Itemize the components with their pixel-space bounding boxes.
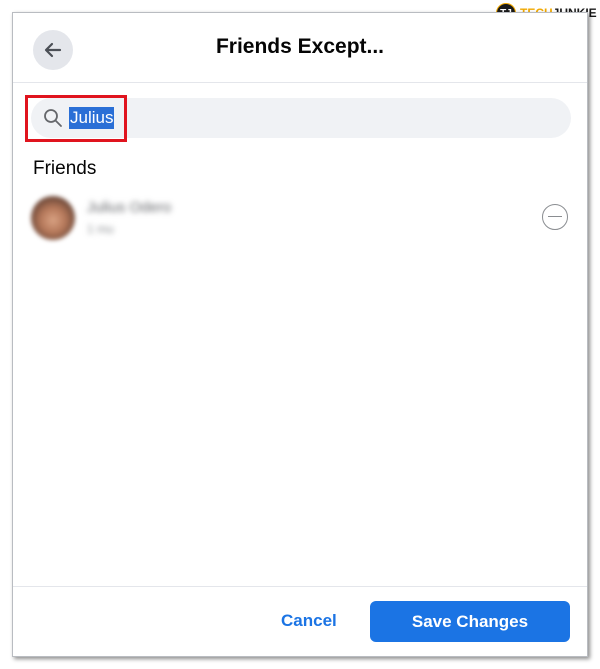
- annotation-highlight-box: [25, 95, 127, 142]
- friends-section-title: Friends: [33, 158, 97, 179]
- remove-friend-button[interactable]: [542, 204, 568, 230]
- avatar: [31, 196, 75, 240]
- friends-except-dialog: Friends Except... Julius Friends Julius …: [12, 12, 588, 657]
- friend-name: Julius Odero: [87, 199, 172, 216]
- dialog-title: Friends Except...: [215, 35, 385, 58]
- dialog-footer: Cancel Save Changes: [13, 586, 587, 656]
- cancel-button[interactable]: Cancel: [281, 611, 337, 631]
- dialog-header: Friends Except...: [13, 13, 587, 83]
- save-changes-button[interactable]: Save Changes: [370, 601, 570, 642]
- friend-subtitle: 1 mu: [87, 222, 114, 236]
- friend-list-item[interactable]: Julius Odero 1 mu: [13, 193, 587, 245]
